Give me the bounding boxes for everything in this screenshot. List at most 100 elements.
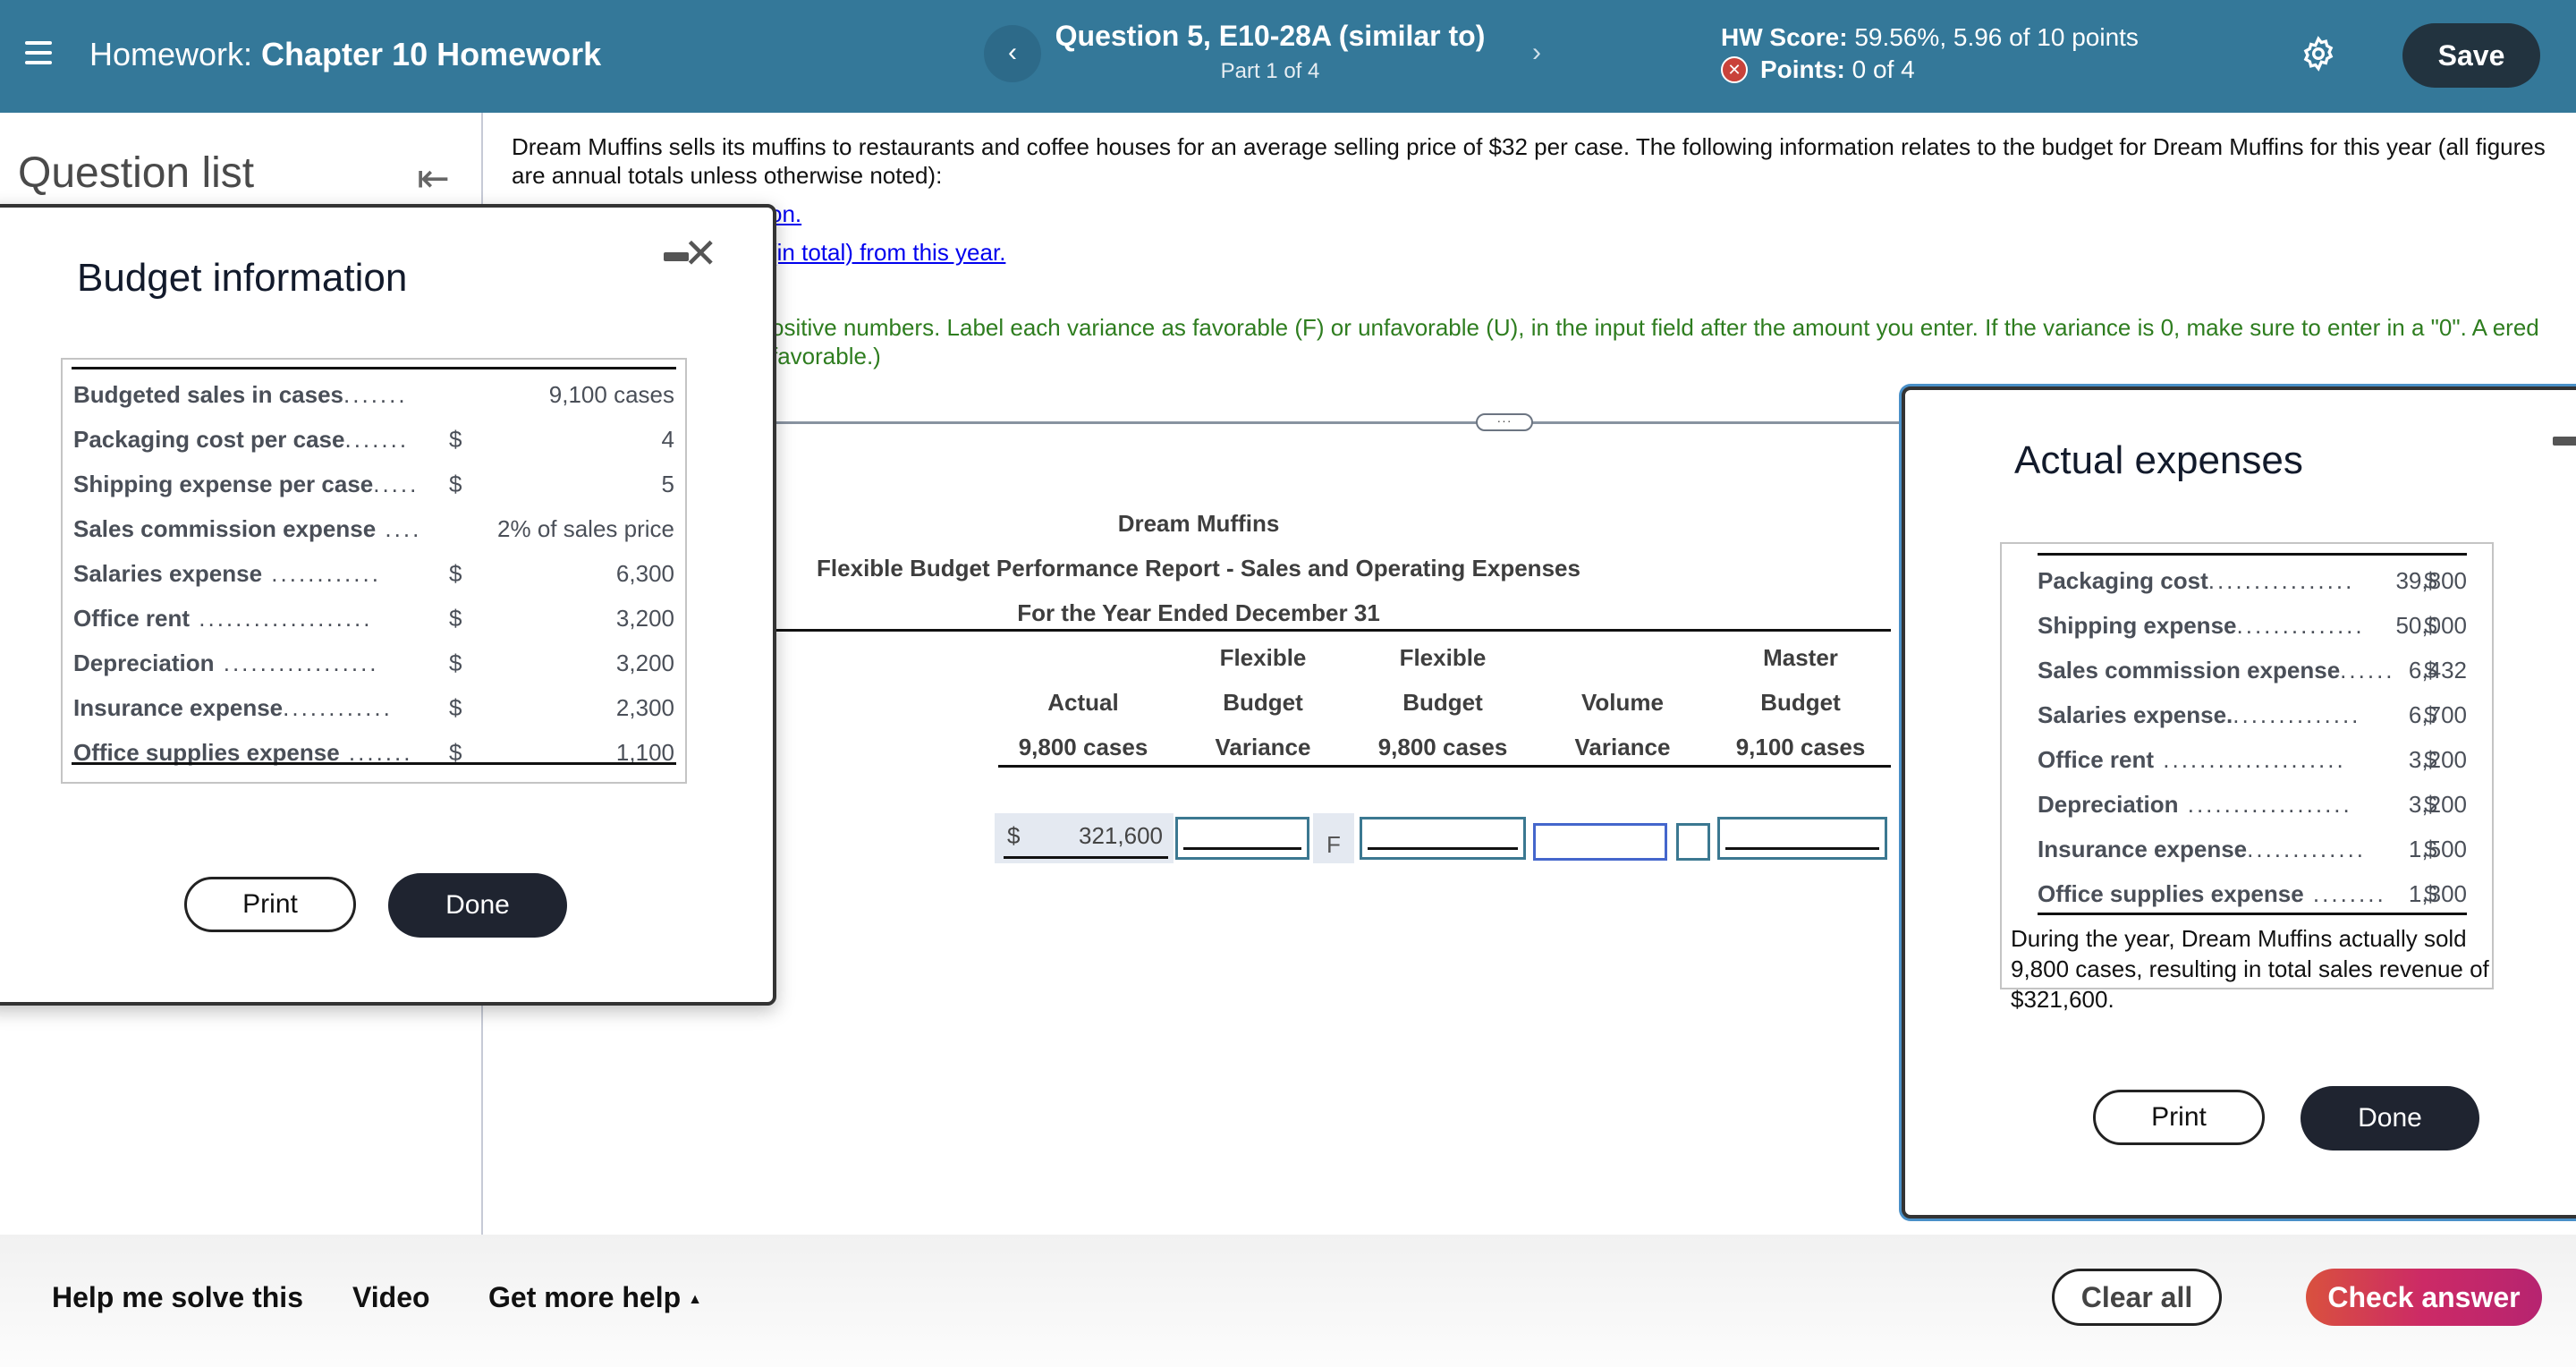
next-question-button[interactable]: › xyxy=(1508,25,1565,82)
done-button[interactable]: Done xyxy=(388,873,567,938)
table-row: Depreciation .................. $3,200 xyxy=(2038,782,2467,827)
underline xyxy=(1368,847,1518,850)
table-row: Office supplies expense ....... $1,100 xyxy=(73,730,674,775)
homework-prefix: Homework: xyxy=(89,36,253,72)
minimize-icon[interactable] xyxy=(2553,437,2576,446)
column-header-volume-variance: Volume Variance xyxy=(1538,680,1707,769)
table-row: Office rent .................... $3,200 xyxy=(2038,737,2467,782)
save-button[interactable]: Save xyxy=(2402,23,2540,88)
master-budget-input[interactable] xyxy=(1717,817,1887,860)
row-dots: ................... xyxy=(190,605,373,632)
done-button[interactable]: Done xyxy=(2301,1086,2479,1150)
table-row: Sales commission expense .... 2% of sales… xyxy=(73,506,674,551)
row-dots: ............. xyxy=(2247,836,2367,862)
help-me-solve-button[interactable]: Help me solve this xyxy=(52,1281,303,1314)
table-row: Salaries expense............... $6,700 xyxy=(2038,692,2467,737)
budget-table: Budgeted sales in cases....... 9,100 case… xyxy=(61,358,687,784)
expand-handle[interactable]: ··· xyxy=(1476,413,1533,431)
table-bottom-rule xyxy=(72,762,676,765)
col-line: Budget xyxy=(1760,689,1841,716)
col-line: Budget xyxy=(1223,689,1303,716)
underline xyxy=(1725,847,1879,850)
incorrect-x-icon: ✕ xyxy=(1721,56,1748,83)
row-amount: 2,300 xyxy=(615,694,674,721)
currency-symbol: $ xyxy=(1007,822,1021,849)
row-amount: 6,700 xyxy=(2408,701,2467,728)
table-row: Budgeted sales in cases....... 9,100 case… xyxy=(73,372,674,417)
row-label: Sales commission expense xyxy=(73,515,377,542)
row-dots: ...... xyxy=(2340,657,2395,684)
row-label: Budgeted sales in cases xyxy=(73,381,344,408)
question-list-title: Question list xyxy=(18,149,255,197)
question-text: Dream Muffins sells its muffins to resta… xyxy=(512,133,2546,189)
row-amount: 6,300 xyxy=(615,560,674,587)
hamburger-menu-icon[interactable] xyxy=(25,41,52,64)
row-label: Salaries expense xyxy=(73,560,263,587)
row-amount: 2% of sales price xyxy=(497,515,674,542)
row-dots: .... xyxy=(376,515,422,542)
row-dots: .................. xyxy=(2178,791,2352,818)
row-amount: 5 xyxy=(661,471,674,497)
points-value: 0 of 4 xyxy=(1852,55,1915,83)
underline xyxy=(1183,847,1301,850)
table-bottom-rule xyxy=(2038,913,2467,915)
instructions-text: ositive numbers. Label each variance as … xyxy=(771,314,2539,369)
flexible-budget-variance-input[interactable] xyxy=(1175,817,1309,860)
row-dots: ....... xyxy=(343,381,408,408)
row-dots: .................... xyxy=(2154,746,2346,773)
row-dots: .............. xyxy=(2236,612,2365,639)
row-amount: 3,200 xyxy=(2408,746,2467,773)
actual-expenses-link[interactable]: (in total) from this year. xyxy=(769,239,1005,267)
points-label: Points: xyxy=(1760,55,1845,83)
row-dots: ................ xyxy=(2207,567,2355,594)
report-name: Flexible Budget Performance Report - Sal… xyxy=(817,555,1580,582)
row-amount: 4 xyxy=(661,426,674,453)
row-label: Office supplies expense xyxy=(2038,880,2304,907)
video-button[interactable]: Video xyxy=(352,1281,430,1314)
col-line: Flexible xyxy=(1399,644,1487,671)
actual-sales-value: 321,600 xyxy=(1079,822,1163,849)
volume-variance-input[interactable] xyxy=(1533,823,1667,861)
col-line: Master xyxy=(1763,644,1838,671)
check-answer-button[interactable]: Check answer xyxy=(2306,1269,2542,1326)
flexible-budget-input[interactable] xyxy=(1360,817,1526,860)
volume-variance-label-input[interactable] xyxy=(1676,823,1710,861)
row-amount: 3,200 xyxy=(615,650,674,676)
gear-icon[interactable] xyxy=(2301,36,2336,72)
row-currency: $ xyxy=(449,605,462,632)
row-currency: $ xyxy=(449,560,462,587)
row-dots: ..... xyxy=(373,471,419,497)
row-currency: $ xyxy=(449,426,462,453)
col-line: Actual xyxy=(1047,689,1119,716)
row-amount: 39,800 xyxy=(2395,567,2467,594)
row-amount: 6,432 xyxy=(2408,657,2467,684)
print-button[interactable]: Print xyxy=(184,877,356,932)
previous-question-button[interactable]: ‹ xyxy=(984,25,1041,82)
print-button[interactable]: Print xyxy=(2093,1090,2265,1145)
homework-name: Chapter 10 Homework xyxy=(261,36,602,72)
get-more-help-button[interactable]: Get more help ▲ xyxy=(488,1281,702,1314)
report-company: Dream Muffins xyxy=(1117,510,1280,537)
get-more-help-label: Get more help xyxy=(488,1281,682,1313)
col-line: Flexible xyxy=(1219,644,1307,671)
col-line: Volume xyxy=(1581,689,1664,716)
row-dots: ........ xyxy=(2303,880,2386,907)
table-row: Sales commission expense...... $6,432 xyxy=(2038,648,2467,692)
row-label: Office rent xyxy=(2038,746,2155,773)
top-header: Homework: Chapter 10 Homework ‹ Question … xyxy=(0,0,2576,113)
question-title: Question 5, E10-28A (similar to) xyxy=(1055,20,1486,52)
table-row: Packaging cost per case....... $4 xyxy=(73,417,674,462)
col-line: Variance xyxy=(1215,734,1311,760)
row-label: Depreciation xyxy=(2038,791,2179,818)
caret-up-icon: ▲ xyxy=(688,1291,702,1307)
row-amount: 1,300 xyxy=(2408,880,2467,907)
table-row: Salaries expense ............ $6,300 xyxy=(73,551,674,596)
actual-expenses-table: Packaging cost................ $39,800 Sh… xyxy=(2000,542,2494,1013)
row-amount: 9,100 cases xyxy=(548,381,674,408)
report-title-rule xyxy=(773,629,1891,632)
column-header-flexible-budget-variance: Flexible Budget Variance xyxy=(1178,635,1348,769)
collapse-panel-icon[interactable]: ⇤ xyxy=(417,156,450,201)
table-row: Office supplies expense ........ $1,300 xyxy=(2038,871,2467,916)
clear-all-button[interactable]: Clear all xyxy=(2052,1269,2222,1326)
close-icon[interactable]: ✕ xyxy=(683,229,718,277)
